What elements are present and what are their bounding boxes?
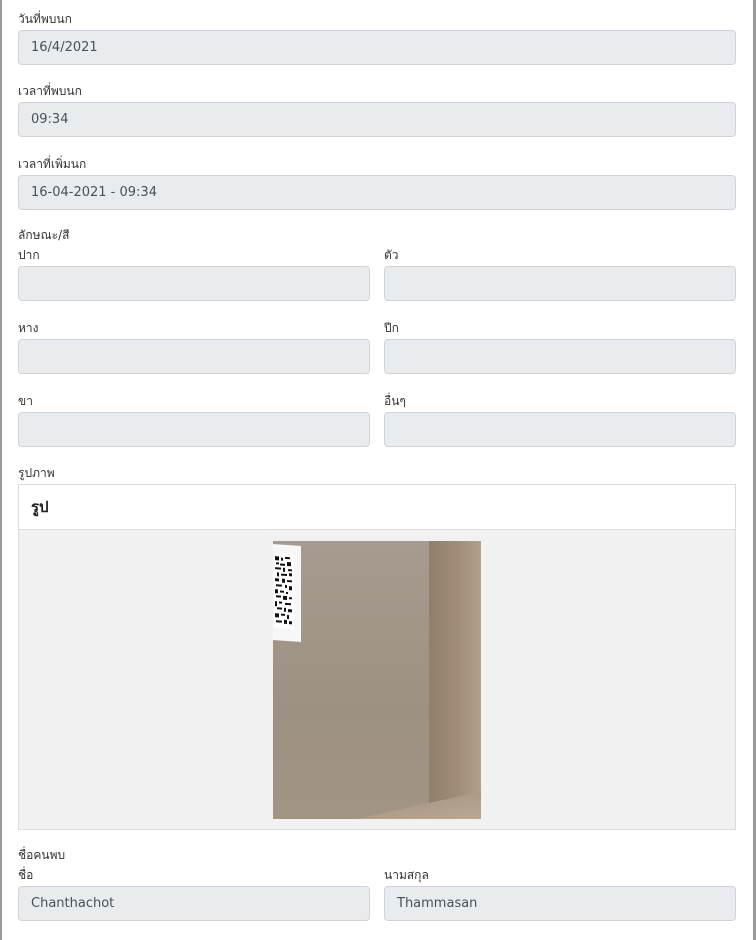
time-found-label: เวลาที่พบนก [18, 84, 82, 98]
time-added-group: เวลาที่เพิ่มนก 16-04-2021 - 09:34 [18, 157, 736, 210]
photo-section-label: รูปภาพ [18, 466, 55, 480]
other-input[interactable] [384, 412, 736, 447]
bird-photo[interactable] [273, 541, 481, 819]
photo-card: รูป [18, 484, 736, 830]
photo-card-body [19, 530, 735, 829]
last-name-group: นามสกุล Thammasan [384, 868, 736, 921]
date-found-input[interactable]: 16/4/2021 [18, 30, 736, 65]
body-label: ตัว [384, 248, 399, 262]
qr-code-icon [273, 544, 301, 642]
leg-group: ขา [18, 394, 370, 447]
time-added-input[interactable]: 16-04-2021 - 09:34 [18, 175, 736, 210]
finder-section-label: ชื่อคนพบ [18, 848, 66, 862]
bird-detail-modal: วันที่พบนก 16/4/2021 เวลาที่พบนก 09:34 เ… [2, 0, 753, 940]
other-group: อื่นๆ [384, 394, 736, 447]
wing-input[interactable] [384, 339, 736, 374]
time-found-group: เวลาที่พบนก 09:34 [18, 84, 736, 137]
first-name-label: ชื่อ [18, 868, 34, 882]
beak-group: ปาก [18, 248, 370, 301]
wing-group: ปีก [384, 321, 736, 374]
wing-label: ปีก [384, 321, 399, 335]
photo-card-title: รูป [19, 485, 735, 530]
traits-section-label: ลักษณะ/สี [18, 228, 70, 242]
tail-group: หาง [18, 321, 370, 374]
date-found-label: วันที่พบนก [18, 12, 72, 26]
body-group: ตัว [384, 248, 736, 301]
time-added-label: เวลาที่เพิ่มนก [18, 157, 87, 171]
leg-input[interactable] [18, 412, 370, 447]
beak-label: ปาก [18, 248, 40, 262]
first-name-group: ชื่อ Chanthachot [18, 868, 370, 921]
date-found-group: วันที่พบนก 16/4/2021 [18, 12, 736, 65]
tail-input[interactable] [18, 339, 370, 374]
tail-label: หาง [18, 321, 39, 335]
leg-label: ขา [18, 394, 33, 408]
body-input[interactable] [384, 266, 736, 301]
time-found-input[interactable]: 09:34 [18, 102, 736, 137]
other-label: อื่นๆ [384, 394, 406, 408]
first-name-input[interactable]: Chanthachot [18, 886, 370, 921]
last-name-label: นามสกุล [384, 868, 429, 882]
last-name-input[interactable]: Thammasan [384, 886, 736, 921]
beak-input[interactable] [18, 266, 370, 301]
